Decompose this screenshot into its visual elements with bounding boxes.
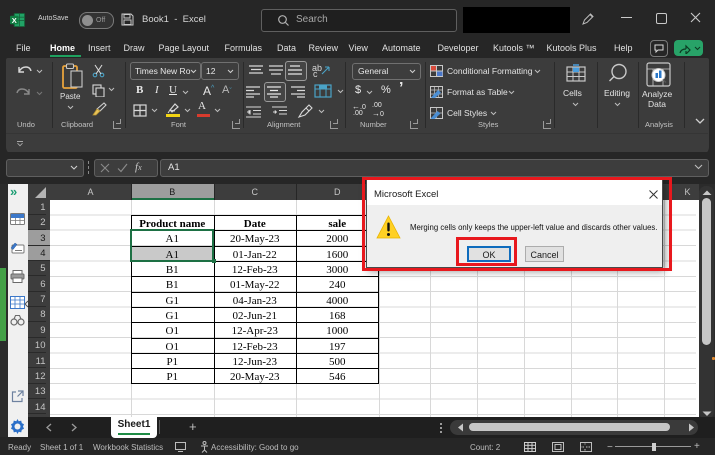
- svg-text:X: X: [12, 16, 17, 25]
